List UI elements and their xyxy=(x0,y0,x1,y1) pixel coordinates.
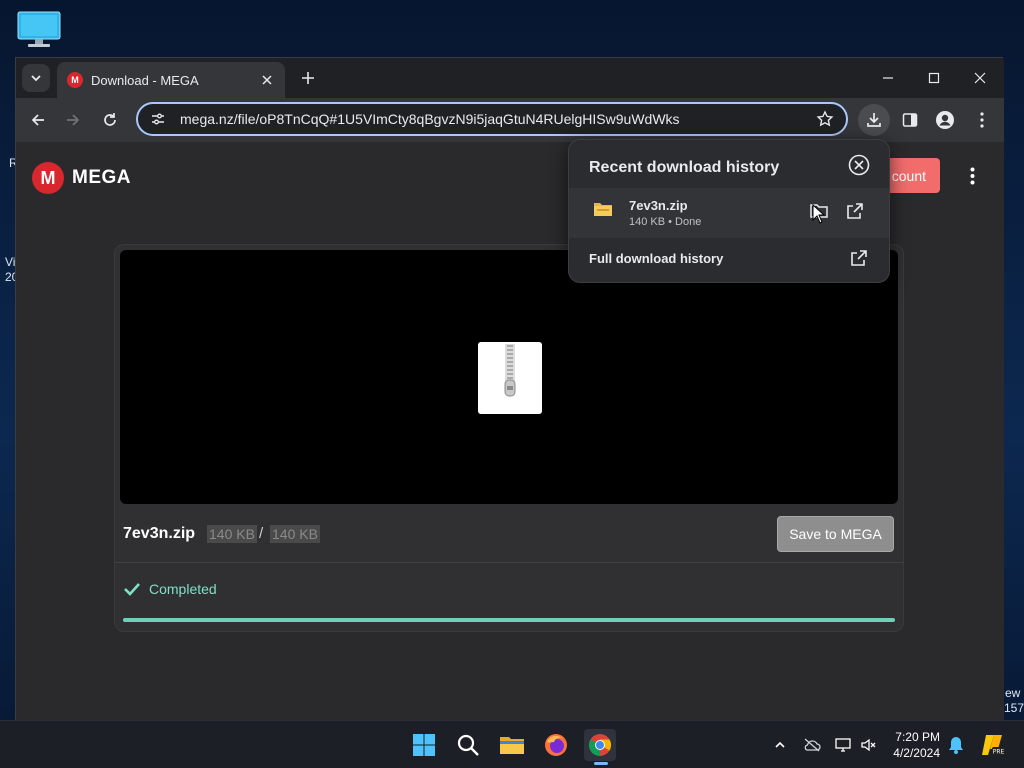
close-icon xyxy=(262,75,272,85)
tab-search-button[interactable] xyxy=(22,64,50,92)
taskbar-firefox[interactable] xyxy=(540,729,572,761)
clock-time: 7:20 PM xyxy=(895,730,940,744)
file-preview xyxy=(120,250,898,504)
active-app-indicator xyxy=(594,762,608,765)
close-window-button[interactable] xyxy=(957,64,1003,92)
full-download-history-link[interactable]: Full download history xyxy=(589,251,723,266)
maximize-icon xyxy=(928,72,940,84)
open-external-icon[interactable] xyxy=(849,248,869,268)
tab-download-mega[interactable]: M Download - MEGA xyxy=(57,62,285,98)
download-icon xyxy=(867,113,881,127)
size-separator: / xyxy=(259,525,264,542)
notifications-button[interactable] xyxy=(946,735,966,755)
windows-start-icon xyxy=(413,734,435,756)
new-tab-button[interactable] xyxy=(296,66,320,90)
url-text[interactable]: mega.nz/file/oP8TnCqQ#1U5VImCty8qBgvzN9i… xyxy=(180,111,816,127)
downloads-button[interactable] xyxy=(858,104,890,136)
minimize-icon xyxy=(883,77,893,79)
volume-muted-icon xyxy=(861,738,876,752)
mega-menu-button[interactable] xyxy=(960,164,984,188)
reload-button[interactable] xyxy=(96,106,124,134)
download-item-name: 7ev3n.zip xyxy=(629,198,688,213)
kebab-menu-icon xyxy=(970,167,974,185)
total-size: 140 KB xyxy=(270,525,320,543)
volume-tray-button[interactable] xyxy=(859,735,879,755)
windows-start-button[interactable] xyxy=(408,729,440,761)
tab-title: Download - MEGA xyxy=(91,72,199,88)
download-item[interactable]: 7ev3n.zip 140 KB • Done xyxy=(569,188,889,238)
mouse-cursor-icon xyxy=(812,204,826,224)
status-text: Completed xyxy=(149,581,217,597)
network-tray-button[interactable] xyxy=(833,735,853,755)
close-icon xyxy=(974,72,986,84)
file-explorer-icon xyxy=(500,737,524,754)
bookmark-star-icon[interactable] xyxy=(816,110,834,128)
arrow-left-icon xyxy=(31,114,44,126)
chevron-up-icon xyxy=(775,741,785,748)
download-status: Completed xyxy=(123,581,217,597)
download-progress-bar xyxy=(123,618,895,622)
firefox-icon xyxy=(545,734,567,756)
taskbar-file-explorer[interactable] xyxy=(496,729,528,761)
profile-avatar-icon xyxy=(936,111,954,129)
progress-fill xyxy=(123,618,895,622)
arrow-right-icon xyxy=(67,114,80,126)
desktop-edge-text: 157 xyxy=(1004,701,1024,715)
bell-icon xyxy=(949,737,963,754)
zip-file-icon xyxy=(478,342,542,414)
clock[interactable]: 7:20 PM 4/2/2024 xyxy=(884,729,940,761)
file-name: 7ev3n.zip xyxy=(123,525,196,542)
svg-text:PRE: PRE xyxy=(993,749,1005,756)
mega-favicon-icon: M xyxy=(67,72,83,88)
back-button[interactable] xyxy=(24,106,52,134)
browser-toolbar: mega.nz/file/oP8TnCqQ#1U5VImCty8qBgvzN9i… xyxy=(16,98,1004,142)
show-hidden-icons-button[interactable] xyxy=(770,735,790,755)
side-panel-icon xyxy=(902,113,918,127)
kebab-menu-icon xyxy=(980,112,984,128)
desktop-edge-text: ew xyxy=(1005,686,1021,700)
network-icon xyxy=(835,738,851,752)
downloaded-size: 140 KB xyxy=(207,525,257,543)
file-download-card: 7ev3n.zip 140 KB / 140 KB Save to MEGA C… xyxy=(114,244,904,632)
cloud-offline-icon xyxy=(804,738,821,752)
site-settings-icon[interactable] xyxy=(150,111,166,127)
mega-logo[interactable]: M MEGA xyxy=(32,162,131,194)
chevron-down-icon xyxy=(31,75,41,82)
tab-strip: M Download - MEGA xyxy=(16,58,1004,98)
file-info-row: 7ev3n.zip 140 KB / 140 KB Save to MEGA xyxy=(115,507,903,563)
profile-button[interactable] xyxy=(929,104,961,136)
chrome-menu-button[interactable] xyxy=(966,104,998,136)
mega-logo-icon: M xyxy=(32,162,64,194)
zip-folder-icon xyxy=(594,203,612,216)
address-bar[interactable]: mega.nz/file/oP8TnCqQ#1U5VImCty8qBgvzN9i… xyxy=(136,102,848,136)
download-history-popup: Recent download history 7ev3n.zip 140 KB… xyxy=(568,139,890,283)
open-external-icon[interactable] xyxy=(845,201,865,221)
maximize-button[interactable] xyxy=(911,64,957,92)
taskbar-chrome[interactable] xyxy=(584,729,616,765)
clock-date: 4/2/2024 xyxy=(893,746,940,760)
copilot-button[interactable]: PRE xyxy=(980,735,1006,756)
tab-close-button[interactable] xyxy=(259,72,275,88)
forward-button[interactable] xyxy=(59,106,87,134)
taskbar-search-button[interactable] xyxy=(452,729,484,761)
popup-title: Recent download history xyxy=(589,159,780,176)
checkmark-icon xyxy=(124,583,140,596)
taskbar: 7:20 PM 4/2/2024 PRE xyxy=(0,720,1024,768)
mega-logo-text: MEGA xyxy=(72,167,131,188)
minimize-button[interactable] xyxy=(865,64,911,92)
chrome-icon xyxy=(589,734,611,756)
copilot-pre-icon: PRE xyxy=(982,735,1005,756)
desktop-edge-text: Vi xyxy=(5,255,16,269)
this-pc-desktop-icon[interactable] xyxy=(16,10,62,50)
save-to-mega-button[interactable]: Save to MEGA xyxy=(777,516,894,552)
download-item-meta: 140 KB • Done xyxy=(629,216,702,228)
reload-icon xyxy=(104,113,116,126)
plus-icon xyxy=(302,72,314,84)
side-panel-button[interactable] xyxy=(894,104,926,136)
search-icon xyxy=(457,734,479,756)
close-circle-icon[interactable] xyxy=(848,154,870,176)
onedrive-tray-button[interactable] xyxy=(802,735,822,755)
